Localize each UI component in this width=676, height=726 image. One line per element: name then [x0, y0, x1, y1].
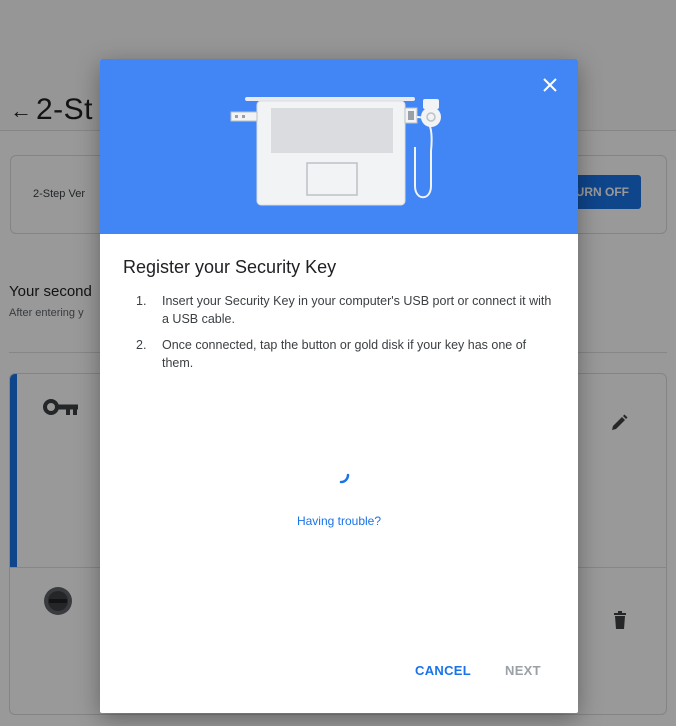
register-security-key-dialog: Register your Security Key 1. Insert you…	[100, 59, 578, 713]
step-number: 1.	[136, 294, 147, 308]
having-trouble-link[interactable]: Having trouble?	[100, 514, 578, 528]
close-icon	[543, 78, 557, 92]
next-button[interactable]: NEXT	[505, 663, 541, 678]
dialog-title: Register your Security Key	[123, 257, 337, 277]
step-number: 2.	[136, 338, 147, 352]
instruction-step: 1. Insert your Security Key in your comp…	[136, 292, 560, 328]
instruction-step: 2. Once connected, tap the button or gol…	[136, 336, 560, 372]
step-text: Once connected, tap the button or gold d…	[162, 338, 527, 370]
loading-spinner-icon	[339, 473, 350, 484]
laptop-security-key-illustration	[230, 97, 441, 206]
dialog-hero	[100, 59, 578, 234]
close-dialog-button[interactable]	[536, 71, 564, 99]
instruction-list: 1. Insert your Security Key in your comp…	[136, 292, 560, 380]
step-text: Insert your Security Key in your compute…	[162, 294, 552, 326]
cancel-button[interactable]: CANCEL	[415, 663, 471, 678]
